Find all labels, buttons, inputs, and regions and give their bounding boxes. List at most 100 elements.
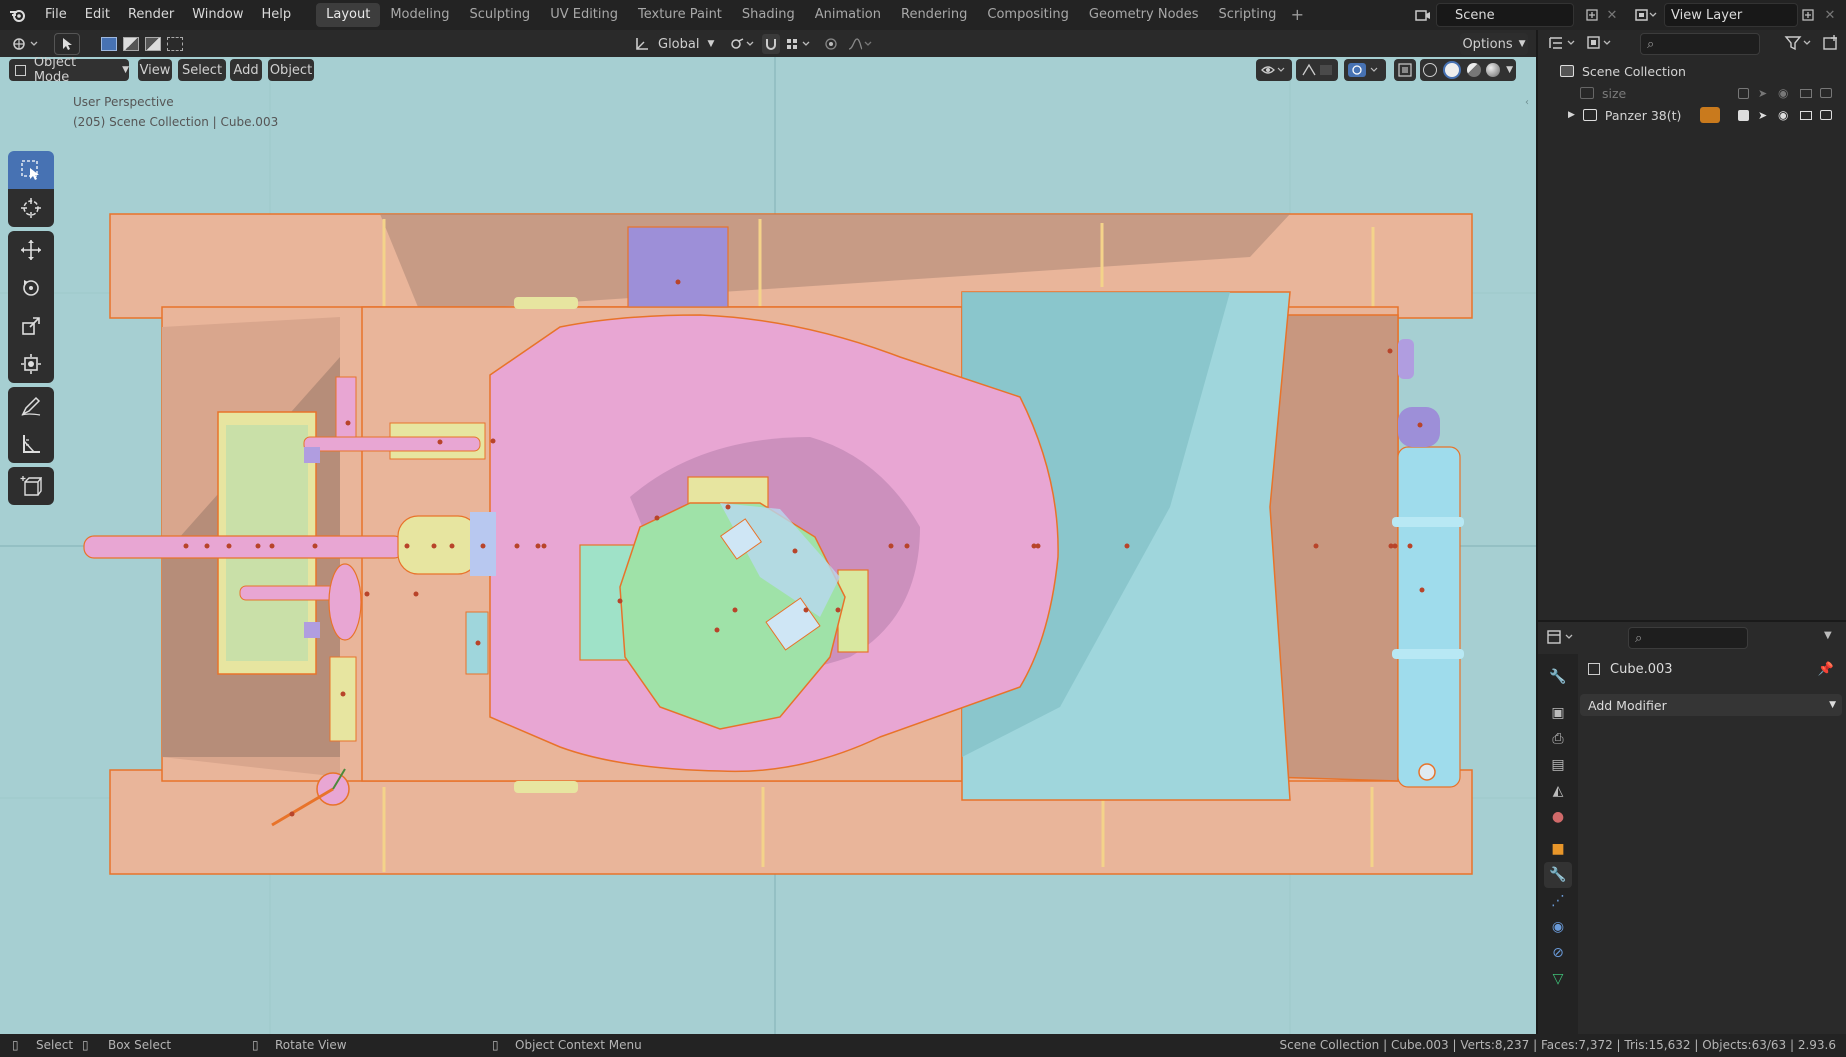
close-scene-icon[interactable]: ✕: [1604, 6, 1620, 24]
measure-tool[interactable]: [8, 425, 54, 463]
gizmo-toggle-icon[interactable]: [1296, 59, 1338, 81]
select-box-tool[interactable]: [8, 151, 54, 189]
outliner-editor-type-icon[interactable]: [1548, 34, 1580, 54]
menu-window[interactable]: Window: [183, 0, 252, 30]
object-tab-icon[interactable]: ■: [1544, 836, 1572, 862]
overlays-toggle-icon[interactable]: [1344, 59, 1386, 81]
rendered-shading-icon[interactable]: [1486, 63, 1501, 77]
rotate-tool[interactable]: [8, 269, 54, 307]
tab-layout[interactable]: Layout: [316, 3, 381, 27]
constraints-tab-icon[interactable]: ⊘: [1544, 940, 1572, 966]
new-scene-icon[interactable]: [1584, 6, 1600, 24]
scene-selector[interactable]: Scene: [1436, 3, 1574, 27]
properties-search-input[interactable]: ⌕: [1628, 627, 1748, 649]
blender-logo-icon[interactable]: [0, 0, 36, 30]
select-tool-icon[interactable]: [54, 33, 80, 55]
select-subtract-icon[interactable]: [145, 37, 161, 51]
filter-icon[interactable]: [1784, 34, 1818, 54]
add-menu[interactable]: Add: [230, 59, 262, 81]
select-invert-icon[interactable]: [167, 37, 183, 51]
3d-viewport[interactable]: Object Mode ▼ View Select Add Object ▼ ‹: [0, 57, 1536, 1034]
chevron-down-icon[interactable]: ▼: [1506, 65, 1513, 75]
tank-model-top-view[interactable]: [0, 57, 1536, 1034]
sidebar-toggle-icon[interactable]: ‹: [1525, 97, 1533, 109]
object-mode-dropdown[interactable]: Object Mode ▼: [9, 57, 129, 85]
pivot-point-icon[interactable]: [728, 34, 758, 54]
view-layer-selector[interactable]: View Layer: [1664, 3, 1798, 27]
close-view-layer-icon[interactable]: ✕: [1822, 6, 1838, 24]
add-cube-tool[interactable]: [8, 467, 54, 505]
viewport-monitor-icon[interactable]: [1800, 110, 1812, 120]
expand-arrow-icon[interactable]: ▶: [1568, 110, 1575, 120]
scene-tab-icon[interactable]: ◭: [1544, 778, 1572, 804]
tab-sculpting[interactable]: Sculpting: [459, 3, 540, 27]
scene-icon[interactable]: [1412, 6, 1434, 24]
move-tool[interactable]: [8, 231, 54, 269]
scale-tool[interactable]: [8, 307, 54, 345]
view-menu[interactable]: View: [138, 59, 172, 81]
tab-rendering[interactable]: Rendering: [891, 3, 977, 27]
select-menu[interactable]: Select: [178, 59, 226, 81]
solid-shading-icon[interactable]: [1442, 61, 1461, 79]
tab-uv-editing[interactable]: UV Editing: [540, 3, 628, 27]
select-new-icon[interactable]: [101, 37, 117, 51]
tab-shading[interactable]: Shading: [732, 3, 805, 27]
render-camera-icon[interactable]: [1820, 88, 1832, 98]
visibility-icon[interactable]: [1256, 59, 1292, 81]
transform-orientation-dropdown[interactable]: Global ▼: [654, 33, 718, 55]
tab-geometry-nodes[interactable]: Geometry Nodes: [1079, 3, 1209, 27]
display-mode-icon[interactable]: [1586, 34, 1618, 54]
tool-settings-tab-icon[interactable]: 🔧: [1544, 664, 1572, 690]
menu-render[interactable]: Render: [119, 0, 183, 30]
editor-type-icon[interactable]: [8, 34, 44, 54]
properties-editor-type-icon[interactable]: [1546, 628, 1578, 648]
outliner-item-size[interactable]: size ➤ ◉: [1538, 82, 1846, 104]
add-workspace-button[interactable]: +: [1286, 3, 1308, 27]
render-camera-icon[interactable]: [1820, 110, 1832, 120]
annotate-tool[interactable]: [8, 387, 54, 425]
modifier-tab-icon[interactable]: 🔧: [1544, 862, 1572, 888]
tab-compositing[interactable]: Compositing: [977, 3, 1079, 27]
exclude-checkbox[interactable]: [1738, 109, 1749, 121]
render-tab-icon[interactable]: ▣: [1544, 700, 1572, 726]
select-extend-icon[interactable]: [123, 37, 139, 51]
selectable-arrow-icon[interactable]: ➤: [1758, 109, 1767, 122]
snap-target-icon[interactable]: [784, 34, 814, 54]
transform-tool[interactable]: [8, 345, 54, 383]
output-tab-icon[interactable]: ⎙: [1544, 726, 1572, 752]
menu-edit[interactable]: Edit: [76, 0, 119, 30]
pin-icon[interactable]: 📌: [1818, 662, 1834, 677]
add-modifier-dropdown[interactable]: Add Modifier ▼: [1580, 694, 1842, 716]
object-menu[interactable]: Object: [268, 59, 314, 81]
xray-toggle-icon[interactable]: [1394, 59, 1416, 81]
world-tab-icon[interactable]: ●: [1544, 804, 1572, 830]
tab-animation[interactable]: Animation: [805, 3, 891, 27]
visibility-eye-icon[interactable]: ◉: [1778, 86, 1788, 100]
falloff-icon[interactable]: [846, 34, 876, 54]
outliner-root-row[interactable]: Scene Collection: [1538, 60, 1846, 82]
particles-tab-icon[interactable]: ⋰: [1544, 888, 1572, 914]
tab-modeling[interactable]: Modeling: [380, 3, 459, 27]
viewport-monitor-icon[interactable]: [1800, 88, 1812, 98]
chevron-down-icon[interactable]: ▼: [1824, 630, 1840, 646]
new-view-layer-icon[interactable]: [1800, 6, 1816, 24]
snap-toggle-icon[interactable]: [762, 34, 780, 54]
options-dropdown[interactable]: Options ▼: [1460, 33, 1528, 55]
proportional-edit-icon[interactable]: [822, 34, 840, 54]
visibility-eye-icon[interactable]: ◉: [1778, 108, 1788, 122]
new-collection-icon[interactable]: [1822, 34, 1842, 54]
material-shading-icon[interactable]: [1466, 63, 1481, 77]
wireframe-shading-icon[interactable]: [1422, 63, 1437, 77]
selectable-arrow-icon[interactable]: ➤: [1758, 87, 1767, 100]
menu-help[interactable]: Help: [253, 0, 301, 30]
outliner-search-input[interactable]: ⌕: [1640, 33, 1760, 55]
outliner-item-panzer[interactable]: ▶ Panzer 38(t) ➤ ◉: [1538, 104, 1846, 126]
view-layer-tab-icon[interactable]: ▤: [1544, 752, 1572, 778]
menu-file[interactable]: File: [36, 0, 76, 30]
cursor-tool[interactable]: [8, 189, 54, 227]
view-layer-icon[interactable]: [1630, 6, 1662, 24]
data-tab-icon[interactable]: ▽: [1544, 966, 1572, 992]
physics-tab-icon[interactable]: ◉: [1544, 914, 1572, 940]
exclude-checkbox[interactable]: [1738, 87, 1749, 99]
tab-scripting[interactable]: Scripting: [1209, 3, 1287, 27]
